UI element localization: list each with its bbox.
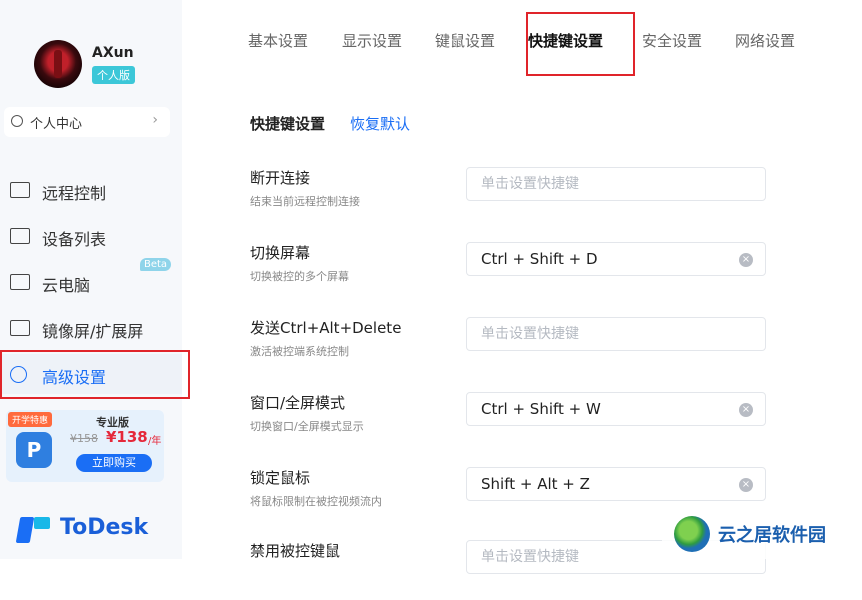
shortcut-desc: 将鼠标限制在被控视频流内 [250,495,382,508]
chevron-right-icon: › [152,112,158,128]
user-profile[interactable]: AXun 个人版 [34,40,174,90]
shortcut-input[interactable]: Ctrl + Shift + D × [466,242,766,276]
shortcut-input[interactable]: Ctrl + Shift + W × [466,392,766,426]
edition-badge: 个人版 [92,66,135,84]
clear-icon[interactable]: × [739,403,753,417]
device-list-icon [10,228,30,244]
sidebar-item-label: 远程控制 [42,184,107,203]
beta-badge: Beta [140,258,172,271]
sidebar: AXun 个人版 个人中心 › 远程控制 设备列表 云电脑 Beta 镜像屏/扩… [0,0,190,559]
shortcut-value: Ctrl + Shift + D [481,250,598,268]
clear-icon[interactable]: × [739,253,753,267]
tab-display[interactable]: 显示设置 [342,30,402,51]
shortcut-desc: 切换窗口/全屏模式显示 [250,420,364,433]
sidebar-item-mirror-screen[interactable]: 镜像屏/扩展屏 [0,308,182,348]
pro-edition-logo-icon: P [16,432,52,468]
personal-center-label: 个人中心 [30,117,83,132]
shortcut-row-ctrl-alt-delete: 发送Ctrl+Alt+Delete 激活被控端系统控制 单击设置快捷键 [250,317,810,377]
promo-tag: 开学特惠 [8,412,53,427]
buy-now-button[interactable]: 立即购买 [76,454,152,472]
sidebar-item-label: 镜像屏/扩展屏 [42,322,144,341]
shortcut-input[interactable]: 单击设置快捷键 [466,167,766,201]
shortcut-input[interactable]: Shift + Alt + Z × [466,467,766,501]
promo-price-unit: /年 [148,436,162,447]
restore-default-link[interactable]: 恢复默认 [350,113,410,134]
shortcut-title: 禁用被控键鼠 [250,542,341,560]
tab-basic[interactable]: 基本设置 [248,30,308,51]
avatar-figure [54,50,62,78]
sidebar-item-label: 云电脑 [42,276,91,295]
shortcut-row-switch-screen: 切换屏幕 切换被控的多个屏幕 Ctrl + Shift + D × [250,242,810,302]
clear-icon[interactable]: × [739,478,753,492]
tab-network[interactable]: 网络设置 [735,30,795,51]
remote-control-icon [10,182,30,198]
promo-banner[interactable]: 开学特惠 P 专业版 ¥158 ¥138 /年 立即购买 [6,410,164,482]
logo-shape [34,517,50,529]
watermark: 云之居软件园 [662,508,862,559]
shortcut-title: 发送Ctrl+Alt+Delete [250,319,402,337]
shortcut-desc: 结束当前远程控制连接 [250,195,360,208]
username: AXun [92,45,134,61]
section-title: 快捷键设置 [250,115,326,133]
mirror-screen-icon [10,320,30,336]
logo-shape [15,517,35,543]
avatar[interactable] [34,40,82,88]
sidebar-item-device-list[interactable]: 设备列表 [0,216,182,256]
tab-security[interactable]: 安全设置 [642,30,702,51]
highlight-box-advanced-settings [0,350,190,399]
shortcut-row-disconnect: 断开连接 结束当前远程控制连接 单击设置快捷键 [250,167,810,227]
shortcut-value: Ctrl + Shift + W [481,400,601,418]
watermark-logo-icon [674,516,710,552]
shortcut-row-window-fullscreen: 窗口/全屏模式 切换窗口/全屏模式显示 Ctrl + Shift + W × [250,392,810,452]
cloud-pc-icon [10,274,30,290]
personal-center-button[interactable]: 个人中心 › [4,107,170,137]
shortcut-desc: 切换被控的多个屏幕 [250,270,349,283]
shortcut-value: Shift + Alt + Z [481,475,590,493]
shortcut-title: 切换屏幕 [250,244,311,262]
promo-new-price: ¥138 [106,428,148,446]
shortcut-title: 锁定鼠标 [250,469,311,487]
watermark-text: 云之居软件园 [718,525,826,546]
tab-keyboard-mouse[interactable]: 键鼠设置 [435,30,495,51]
shortcut-title: 窗口/全屏模式 [250,394,346,412]
sidebar-item-label: 设备列表 [42,230,107,249]
user-icon [11,115,23,127]
sidebar-item-remote-control[interactable]: 远程控制 [0,170,182,210]
shortcut-title: 断开连接 [250,169,311,187]
highlight-box-shortcuts-tab [526,12,635,76]
todesk-logo-icon [15,517,52,545]
promo-old-price: ¥158 [70,432,98,445]
brand-name: ToDesk [60,515,149,540]
shortcut-desc: 激活被控端系统控制 [250,345,349,358]
shortcut-input[interactable]: 单击设置快捷键 [466,317,766,351]
